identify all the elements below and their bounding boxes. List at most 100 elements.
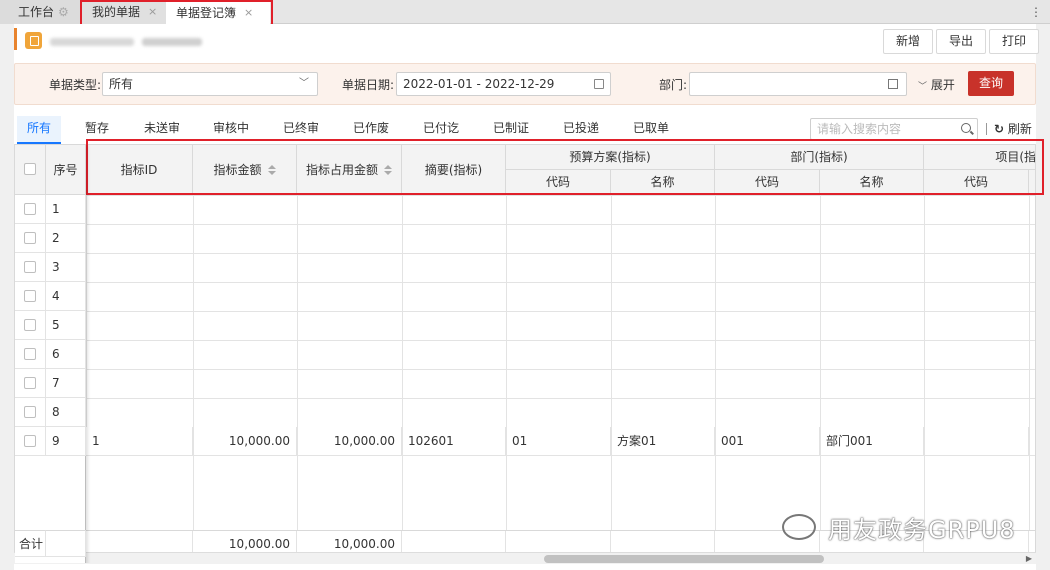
grid-column-lines (86, 195, 1035, 530)
query-button[interactable]: 查询 (968, 71, 1014, 96)
status-tab-reviewing[interactable]: 审核中 (206, 116, 256, 144)
chevron-down-icon: ﹀ (299, 78, 309, 89)
cell-plan-code: 01 (506, 427, 611, 456)
header-project[interactable]: 项目(指 (924, 145, 1036, 170)
refresh-label: 刷新 (1007, 122, 1032, 136)
header-indicator-amount[interactable]: 指标金额 (193, 145, 297, 195)
table-row-4[interactable] (15, 282, 46, 311)
status-tab-paid[interactable]: 已付讫 (416, 116, 466, 144)
expand-label: 展开 (930, 78, 955, 92)
doc-type-select[interactable]: 所有 ﹀ (102, 72, 318, 96)
status-tab-collected[interactable]: 已取单 (626, 116, 676, 144)
header-dept-code[interactable]: 代码 (715, 170, 820, 195)
tab-bar: 工作台 ⚙ 我的单据 × 单据登记簿 × ⋮ (0, 0, 1050, 24)
status-tab-vouchered[interactable]: 已制证 (486, 116, 536, 144)
header-plan-code[interactable]: 代码 (506, 170, 611, 195)
status-tab-voided[interactable]: 已作废 (346, 116, 396, 144)
table-row-2[interactable] (15, 224, 46, 253)
row-seq: 6 (46, 340, 86, 369)
table-row-7[interactable] (15, 369, 46, 398)
watermark-text: 用友政务GRPU8 (782, 510, 1016, 545)
table-row[interactable]: 1 10,000.00 10,000.00 102601 01 方案01 001… (86, 427, 1035, 456)
main-panel: 新增 导出 打印 单据类型: 所有 ﹀ 单据日期: 2022-01-01 - 2… (14, 24, 1039, 570)
status-tab-draft[interactable]: 暂存 (77, 116, 117, 144)
row-seq: 4 (46, 282, 86, 311)
calendar-icon[interactable] (594, 79, 604, 89)
header-project-code[interactable]: 代码 (924, 170, 1029, 195)
blurred-title (50, 38, 134, 46)
total-seq-cell (46, 530, 86, 557)
header-plan-name[interactable]: 名称 (611, 170, 715, 195)
tab-my-documents[interactable]: 我的单据 × (82, 0, 166, 24)
header-budget-plan[interactable]: 预算方案(指标) (506, 145, 715, 170)
header-indicator-id[interactable]: 指标ID (86, 145, 193, 195)
tab-document-register[interactable]: 单据登记簿 × (166, 0, 270, 24)
status-tab-final[interactable]: 已终审 (276, 116, 326, 144)
more-vertical-icon[interactable]: ⋮ (1030, 0, 1042, 24)
total-label: 合计 (15, 530, 46, 557)
row-checkbox[interactable] (24, 406, 36, 418)
cell-dept-name: 部门001 (820, 427, 924, 456)
table-row-9[interactable] (15, 427, 46, 456)
filter-bar: 单据类型: 所有 ﹀ 单据日期: 2022-01-01 - 2022-12-29… (14, 63, 1036, 105)
row-checkbox[interactable] (24, 203, 36, 215)
search-input[interactable]: 请输入搜索内容 (810, 118, 978, 140)
cell-indicator-amount: 10,000.00 (193, 427, 297, 456)
expand-toggle[interactable]: ﹀ 展开 (918, 76, 955, 93)
dept-label: 部门: (659, 78, 688, 92)
table-row-3[interactable] (15, 253, 46, 282)
row-checkbox[interactable] (24, 377, 36, 389)
cell-dept-code: 001 (715, 427, 820, 456)
tab-workbench[interactable]: 工作台 ⚙ (0, 0, 82, 24)
table-row-8[interactable] (15, 398, 46, 427)
row-checkbox[interactable] (24, 261, 36, 273)
table-row-1[interactable] (15, 195, 46, 224)
header-seq: 序号 (46, 145, 86, 195)
row-seq: 7 (46, 369, 86, 398)
close-icon[interactable]: × (244, 1, 253, 25)
dept-input[interactable] (689, 72, 907, 96)
horizontal-scrollbar[interactable]: ◀ ▶ (14, 552, 1036, 564)
row-seq: 1 (46, 195, 86, 224)
row-seq: 8 (46, 398, 86, 427)
header-dept-name[interactable]: 名称 (820, 170, 924, 195)
header-summary[interactable]: 摘要(指标) (402, 145, 506, 195)
scrollbar-thumb[interactable] (544, 555, 824, 563)
new-button[interactable]: 新增 (883, 29, 933, 54)
doc-date-range-input[interactable]: 2022-01-01 - 2022-12-29 (396, 72, 611, 96)
row-seq: 3 (46, 253, 86, 282)
scroll-right-icon[interactable]: ▶ (1026, 554, 1032, 563)
app-page: 工作台 ⚙ 我的单据 × 单据登记簿 × ⋮ 新增 导出 打印 单据类型: 所有 (0, 0, 1050, 570)
row-seq: 9 (46, 427, 86, 456)
refresh-button[interactable]: ↻ 刷新 (994, 120, 1032, 137)
search-icon[interactable] (961, 123, 971, 133)
row-checkbox[interactable] (24, 290, 36, 302)
sort-icon[interactable] (384, 165, 392, 175)
cell-indicator-used: 10,000.00 (297, 427, 402, 456)
sort-icon[interactable] (267, 165, 276, 175)
tab-document-register-label: 单据登记簿 (176, 6, 237, 20)
doc-date-value: 2022-01-01 - 2022-12-29 (403, 77, 555, 91)
row-checkbox[interactable] (24, 435, 36, 447)
header-project-label: 项目(指 (995, 150, 1036, 164)
header-project-more (1029, 170, 1035, 195)
row-checkbox[interactable] (24, 348, 36, 360)
select-all-checkbox[interactable] (24, 163, 36, 175)
table-row-6[interactable] (15, 340, 46, 369)
print-button[interactable]: 打印 (989, 29, 1039, 54)
row-checkbox[interactable] (24, 319, 36, 331)
status-tab-delivered[interactable]: 已投递 (556, 116, 606, 144)
row-checkbox[interactable] (24, 232, 36, 244)
list-picker-icon[interactable] (888, 79, 898, 89)
header-dept[interactable]: 部门(指标) (715, 145, 924, 170)
cell-summary: 102601 (402, 427, 506, 456)
export-button[interactable]: 导出 (936, 29, 986, 54)
search-placeholder: 请输入搜索内容 (817, 122, 902, 136)
close-icon[interactable]: × (148, 0, 157, 24)
row-seq: 5 (46, 311, 86, 340)
status-tab-unsubmitted[interactable]: 未送审 (137, 116, 187, 144)
table-row-5[interactable] (15, 311, 46, 340)
header-indicator-used[interactable]: 指标占用金额 (297, 145, 402, 195)
status-tab-all[interactable]: 所有 (17, 116, 61, 144)
gear-icon[interactable]: ⚙ (58, 0, 69, 24)
